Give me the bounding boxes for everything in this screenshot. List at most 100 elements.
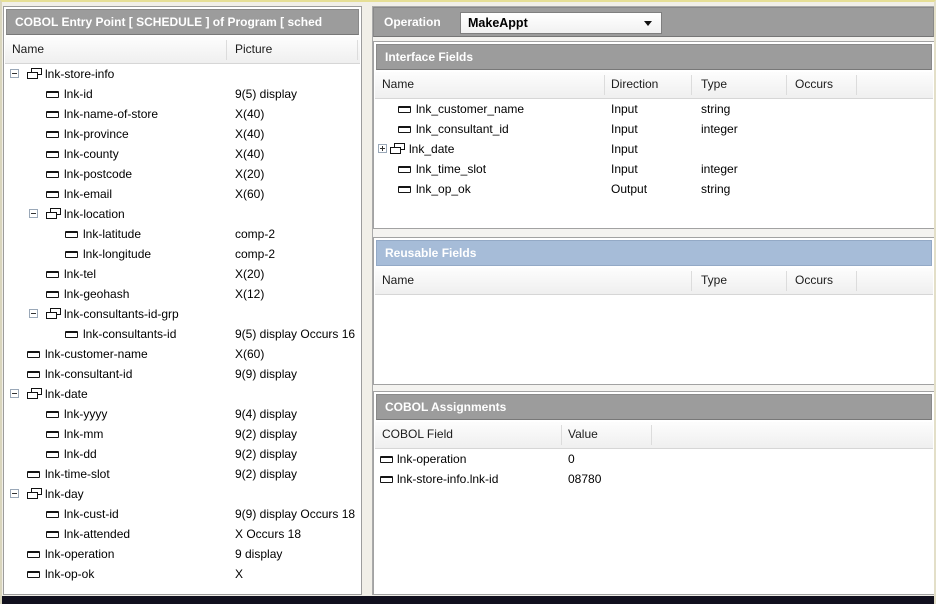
field-picture: 9(9) display Occurs 18	[235, 504, 355, 524]
column-separator	[604, 75, 605, 95]
field-picture: 9(5) display	[235, 84, 297, 104]
assignment-field: lnk-store-info.lnk-id	[397, 469, 498, 489]
field-type: integer	[701, 159, 738, 179]
elementary-field-icon	[398, 166, 411, 173]
operation-dropdown-value: MakeAppt	[468, 13, 528, 33]
elementary-field-icon	[46, 191, 59, 198]
tree-row[interactable]: lnk-postcodeX(20)	[5, 164, 360, 184]
elementary-field-icon	[380, 456, 393, 463]
elementary-field-icon	[380, 476, 393, 483]
elementary-field-icon	[46, 431, 59, 438]
field-picture: X(60)	[235, 184, 264, 204]
field-picture: comp-2	[235, 244, 275, 264]
tree-row[interactable]: lnk-cust-id 9(9) display Occurs 18	[5, 504, 360, 524]
tree-row[interactable]: lnk-telX(20)	[5, 264, 360, 284]
operation-bar: Operation MakeAppt	[373, 7, 934, 37]
field-picture: 9(4) display	[235, 404, 297, 424]
field-name: lnk-postcode	[64, 164, 132, 184]
interface-field-row[interactable]: lnk_time_slotInputinteger	[375, 159, 933, 179]
field-name: lnk-date	[45, 384, 88, 404]
collapse-toggle-icon[interactable]	[10, 69, 19, 78]
tree-row[interactable]: lnk-day	[5, 484, 360, 504]
left-panel-titlebar: COBOL Entry Point [ SCHEDULE ] of Progra…	[6, 9, 359, 35]
elementary-field-icon	[46, 111, 59, 118]
interface-fields-title: Interface Fields	[385, 50, 473, 64]
assignment-value: 08780	[568, 469, 601, 489]
tree-row[interactable]: lnk-yyyy9(4) display	[5, 404, 360, 424]
operation-mapping-panel: Operation MakeAppt Interface Fields Name…	[372, 6, 935, 595]
field-picture: X(60)	[235, 344, 264, 364]
collapse-toggle-icon[interactable]	[10, 489, 19, 498]
tree-row[interactable]: lnk-date	[5, 384, 360, 404]
reusable-fields-table	[375, 295, 933, 383]
group-field-icon	[390, 143, 406, 155]
cobol-assignments-title: COBOL Assignments	[385, 400, 506, 414]
field-picture: X(12)	[235, 284, 264, 304]
cobol-assignment-row[interactable]: lnk-store-info.lnk-id 08780	[375, 469, 933, 489]
column-header-name: Name	[12, 37, 44, 62]
column-separator	[691, 271, 692, 291]
interface-field-row[interactable]: lnk_op_okOutputstring	[375, 179, 933, 199]
tree-row[interactable]: lnk-countyX(40)	[5, 144, 360, 164]
tree-row[interactable]: lnk-latitudecomp-2	[5, 224, 360, 244]
tree-column-header: Name Picture	[5, 37, 360, 64]
interface-field-row[interactable]: lnk_customer_nameInputstring	[375, 99, 933, 119]
expand-toggle-icon[interactable]	[378, 144, 387, 153]
tree-row[interactable]: lnk-provinceX(40)	[5, 124, 360, 144]
field-name: lnk-location	[64, 204, 125, 224]
field-picture: 9 display	[235, 544, 282, 564]
tree-row[interactable]: lnk-consultants-id9(5) display Occurs 16	[5, 324, 360, 344]
tree-row[interactable]: lnk-email X(60)	[5, 184, 360, 204]
elementary-field-icon	[65, 251, 78, 258]
tree-row[interactable]: lnk-time-slot9(2) display	[5, 464, 360, 484]
collapse-toggle-icon[interactable]	[29, 309, 38, 318]
tree-row[interactable]: lnk-id 9(5) display	[5, 84, 360, 104]
field-direction: Input	[611, 139, 638, 159]
field-name: lnk-id	[64, 84, 93, 104]
tree-row[interactable]: lnk-consultant-id9(9) display	[5, 364, 360, 384]
reusable-fields-header: Reusable Fields	[376, 240, 932, 266]
window-bottom-edge	[2, 596, 934, 604]
operation-label: Operation	[384, 8, 441, 36]
tree-row[interactable]: lnk-attendedX Occurs 18	[5, 524, 360, 544]
field-name: lnk-province	[64, 124, 129, 144]
field-name: lnk_op_ok	[416, 179, 471, 199]
field-picture: 9(2) display	[235, 464, 297, 484]
tree-row[interactable]: lnk-mm9(2) display	[5, 424, 360, 444]
collapse-toggle-icon[interactable]	[10, 389, 19, 398]
elementary-field-icon	[46, 531, 59, 538]
tree-row[interactable]: lnk-store-info	[5, 64, 360, 84]
tree-row[interactable]: lnk-consultants-id-grp	[5, 304, 360, 324]
field-type: string	[701, 179, 730, 199]
tree-row[interactable]: lnk-longitudecomp-2	[5, 244, 360, 264]
tree-row[interactable]: lnk-operation9 display	[5, 544, 360, 564]
reusable-fields-title: Reusable Fields	[385, 246, 476, 260]
tree-row[interactable]: lnk-geohashX(12)	[5, 284, 360, 304]
elementary-field-icon	[398, 106, 411, 113]
field-name: lnk-op-ok	[45, 564, 94, 584]
field-type: integer	[701, 119, 738, 139]
tree-row[interactable]: lnk-name-of-storeX(40)	[5, 104, 360, 124]
column-header-occurs: Occurs	[795, 72, 833, 97]
cobol-assignments-column-header: COBOL Field Value	[375, 422, 933, 449]
tree-row[interactable]: lnk-location	[5, 204, 360, 224]
elementary-field-icon	[27, 351, 40, 358]
field-name: lnk-email	[64, 184, 112, 204]
assignment-field: lnk-operation	[397, 449, 466, 469]
left-panel-title: COBOL Entry Point [ SCHEDULE ] of Progra…	[15, 15, 322, 29]
field-type: string	[701, 99, 730, 119]
column-separator	[856, 75, 857, 95]
column-header-occurs: Occurs	[795, 268, 833, 293]
tree-row[interactable]: lnk-op-okX	[5, 564, 360, 584]
interface-field-row[interactable]: lnk_dateInput	[375, 139, 933, 159]
cobol-assignment-row[interactable]: lnk-operation0	[375, 449, 933, 469]
elementary-field-icon	[27, 551, 40, 558]
field-name: lnk-day	[45, 484, 84, 504]
collapse-toggle-icon[interactable]	[29, 209, 38, 218]
tree-row[interactable]: lnk-customer-nameX(60)	[5, 344, 360, 364]
tree-row[interactable]: lnk-dd9(2) display	[5, 444, 360, 464]
field-direction: Input	[611, 159, 638, 179]
operation-dropdown[interactable]: MakeAppt	[460, 12, 662, 34]
interface-field-row[interactable]: lnk_consultant_idInputinteger	[375, 119, 933, 139]
field-name: lnk-cust-id	[64, 504, 119, 524]
